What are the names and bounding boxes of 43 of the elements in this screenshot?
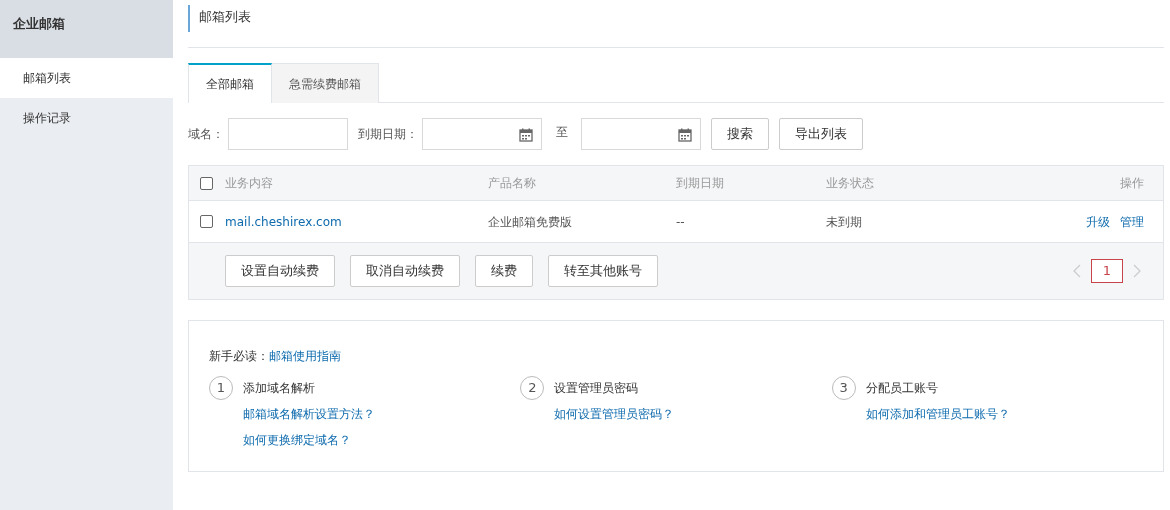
action-link[interactable]: 升级 (1086, 212, 1110, 231)
column-header: 业务内容 (225, 175, 274, 192)
bulk-button[interactable]: 转至其他账号 (548, 255, 658, 287)
sidebar-title: 企业邮箱 (0, 0, 173, 58)
search-button[interactable]: 搜索 (711, 118, 769, 150)
action-link[interactable]: 管理 (1120, 212, 1144, 231)
table-cell: 未到期 (826, 214, 862, 229)
export-button[interactable]: 导出列表 (779, 118, 863, 150)
bulk-button[interactable]: 取消自动续费 (350, 255, 460, 287)
filter-label: 到期日期： (358, 126, 418, 143)
tab[interactable]: 全部邮箱 (188, 63, 272, 103)
checkbox[interactable] (200, 215, 213, 228)
calendar-icon[interactable] (678, 128, 692, 142)
domain-field[interactable] (228, 118, 348, 150)
guide-intro: 新手必读： (209, 348, 269, 365)
page-title: 邮箱列表 (188, 5, 251, 32)
page-button[interactable]: 1 (1091, 259, 1123, 283)
help-link[interactable]: 邮箱域名解析设置方法？ (243, 405, 375, 423)
domain-link[interactable]: mail.cheshirex.com (225, 214, 342, 229)
sidebar-item[interactable]: 操作记录 (0, 98, 173, 138)
step-title: 添加域名解析 (243, 380, 316, 397)
previous-page-icon[interactable] (1073, 264, 1081, 278)
help-link[interactable]: 如何设置管理员密码？ (554, 405, 675, 423)
step-title: 分配员工账号 (865, 380, 939, 397)
bulk-button[interactable]: 续费 (475, 255, 533, 287)
help-link[interactable]: 如何添加和管理员工账号？ (865, 405, 1010, 423)
guide-link[interactable]: 邮箱使用指南 (269, 347, 341, 365)
column-header: 产品名称 (488, 175, 537, 192)
next-page-icon[interactable] (1133, 264, 1141, 278)
table-cell: 企业邮箱免费版 (488, 214, 572, 229)
table-cell: -- (676, 214, 685, 229)
filter-label: 域名： (188, 126, 224, 143)
step-title: 设置管理员密码 (554, 380, 640, 397)
column-header: 操作 (1119, 175, 1145, 192)
range-separator: 至 (556, 124, 568, 141)
tab[interactable]: 急需续费邮箱 (272, 63, 379, 103)
checkbox[interactable] (200, 176, 213, 190)
help-link[interactable]: 如何更换绑定域名？ (243, 431, 375, 449)
column-header: 到期日期 (676, 175, 725, 192)
bulk-button[interactable]: 设置自动续费 (225, 255, 335, 287)
sidebar-item[interactable]: 邮箱列表 (0, 58, 173, 98)
column-header: 业务状态 (826, 175, 875, 192)
calendar-icon[interactable] (519, 128, 533, 142)
